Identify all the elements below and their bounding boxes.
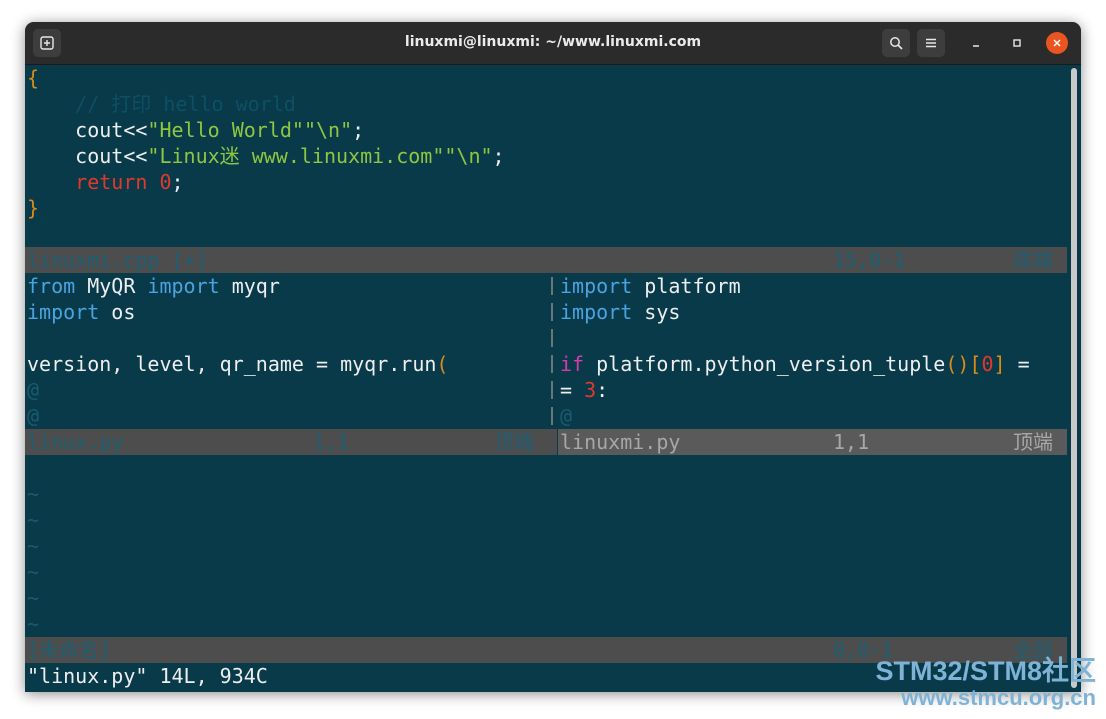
code-line: import sys	[560, 300, 681, 324]
status-scroll: 顶端	[1013, 430, 1053, 454]
hamburger-menu-icon	[926, 38, 936, 48]
empty-line-tilde: ~	[27, 612, 40, 636]
status-line-linuxmi-cpp[interactable]: linuxmi.cpp [+] 15,0-1 底端	[25, 247, 1067, 273]
maximize-icon	[1013, 39, 1021, 47]
status-position: 1,1	[833, 430, 870, 454]
empty-line-tilde: ~	[27, 508, 40, 532]
code-line: {	[27, 66, 40, 90]
vim-editor[interactable]: { // 打印 hello world cout<<"Hello World""…	[25, 65, 1069, 692]
vertical-split-separator[interactable]	[549, 273, 557, 429]
search-icon	[890, 37, 903, 50]
empty-line-tilde: ~	[27, 482, 40, 506]
code-line: @	[27, 378, 40, 402]
status-position: 15,0-1	[833, 248, 906, 272]
empty-line-tilde: ~	[27, 586, 40, 610]
status-filename: linux.py	[27, 430, 124, 454]
code-line: import os	[27, 300, 136, 324]
status-filename: [未命名]	[27, 638, 112, 662]
search-button[interactable]	[882, 29, 910, 57]
status-filename: linuxmi.py	[560, 430, 681, 454]
status-scroll: 底端	[1013, 248, 1053, 272]
terminal-window: linuxmi@linuxmi: ~/www.linuxmi.com {// …	[25, 22, 1081, 692]
minimize-button[interactable]	[965, 32, 987, 54]
minimize-icon	[973, 45, 979, 47]
vertical-scrollbar[interactable]	[1071, 68, 1077, 688]
status-filename: linuxmi.cpp [+]	[27, 248, 208, 272]
status-line-linuxmi-py[interactable]: linuxmi.py 1,1 顶端	[558, 429, 1067, 455]
code-line: @	[27, 404, 40, 428]
code-line: @	[560, 404, 573, 428]
code-line: version, level, qr_name = myqr.run(	[27, 352, 449, 376]
menu-button[interactable]	[917, 29, 945, 57]
code-line: from MyQR import myqr	[27, 274, 280, 298]
status-position: 1,1	[313, 430, 350, 454]
code-line: import platform	[560, 274, 741, 298]
split-divider-lines	[551, 277, 553, 425]
code-line: }	[27, 196, 40, 220]
empty-line-tilde: ~	[27, 534, 40, 558]
code-line: return 0;	[75, 170, 184, 194]
code-line: cout<<"Linux迷 www.linuxmi.com""\n";	[75, 144, 505, 168]
status-line-linux-py[interactable]: linux.py 1,1 顶端	[25, 429, 557, 455]
title-bar[interactable]: linuxmi@linuxmi: ~/www.linuxmi.com	[25, 22, 1081, 65]
code-line: if platform.python_version_tuple()[0] =	[560, 352, 1030, 376]
close-icon	[1053, 39, 1061, 47]
close-button[interactable]	[1046, 32, 1068, 54]
maximize-button[interactable]	[1006, 32, 1028, 54]
empty-line-tilde: ~	[27, 560, 40, 584]
watermark: STM32/STM8社区 www.stmcu.org.cn	[875, 656, 1096, 710]
code-line: = 3:	[560, 378, 609, 402]
watermark-url: www.stmcu.org.cn	[901, 685, 1096, 710]
watermark-title: STM32/STM8社区	[875, 656, 1096, 686]
status-scroll: 顶端	[494, 430, 534, 454]
code-line: cout<<"Hello World""\n";	[75, 118, 365, 142]
code-line: // 打印 hello world	[75, 92, 296, 116]
